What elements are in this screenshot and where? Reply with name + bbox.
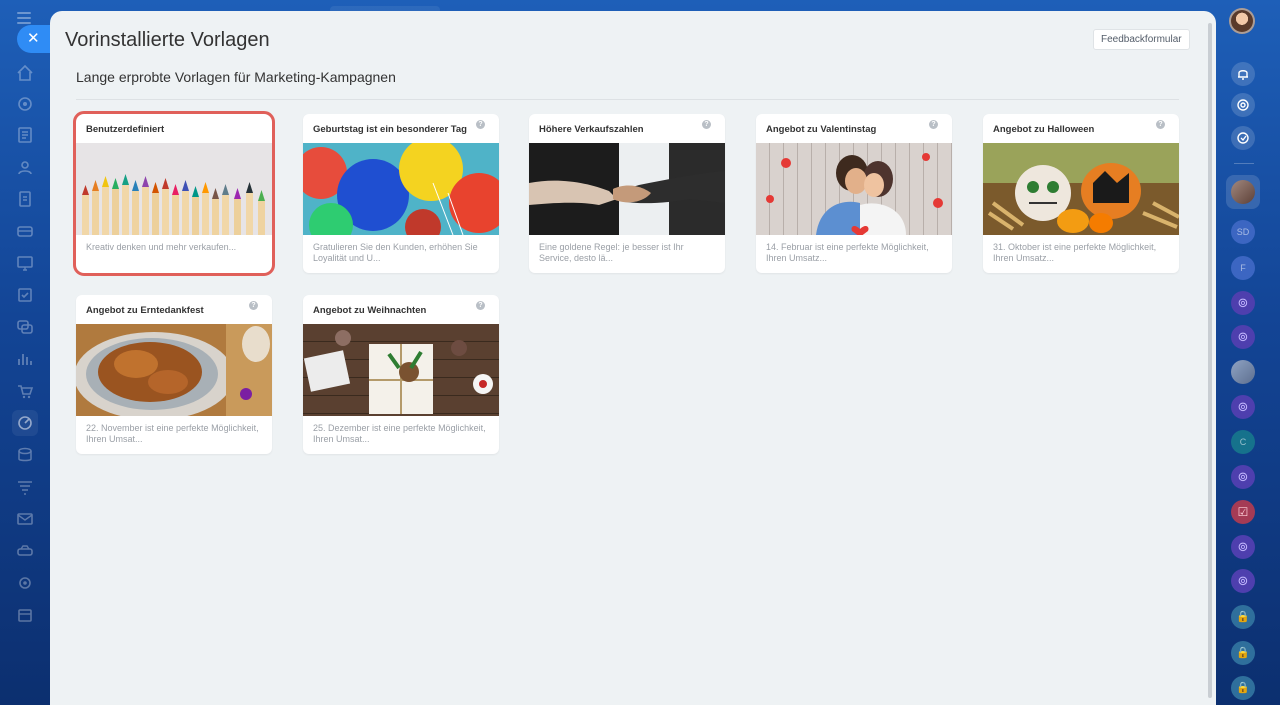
card-description: 14. Februar ist eine perfekte Möglichkei… [766,242,929,263]
user-avatar[interactable] [1229,8,1255,34]
card-title: Angebot zu Halloween [993,124,1095,135]
card-title: Benutzerdefiniert [86,124,165,135]
home-icon[interactable] [14,62,36,84]
help-icon[interactable]: ? [1156,120,1165,129]
scrollbar[interactable] [1208,23,1212,698]
lock-icon[interactable]: 🔒 [1231,676,1255,700]
help-icon[interactable]: ? [249,301,258,310]
chat-icon[interactable] [14,316,36,338]
openline-icon[interactable]: ⊚ [1231,465,1255,489]
filter-icon[interactable] [14,476,36,498]
card-image-gift [303,324,499,416]
chat-avatar-sd[interactable]: SD [1231,220,1255,244]
openline-icon[interactable]: ⊚ [1231,325,1255,349]
chat-avatar-c[interactable]: C [1231,430,1255,454]
feed-icon[interactable] [14,93,36,115]
docs-icon[interactable] [14,188,36,210]
openline-icon[interactable]: ⊚ [1231,569,1255,593]
sidebar-separator [1234,163,1254,164]
card-description: Gratulieren Sie den Kunden, erhöhen Sie … [313,242,478,263]
target-icon[interactable] [1231,93,1255,117]
card-description: 25. Dezember ist eine perfekte Möglichke… [313,423,486,444]
card-description: Eine goldene Regel: je besser ist Ihr Se… [539,242,684,263]
card-image-pumpkins [983,143,1179,235]
chat-avatar-photo[interactable] [1231,360,1255,384]
template-card-valentine[interactable]: Angebot zu Valentinstag ? 14. Februar is… [756,114,952,273]
menu-icon[interactable] [17,12,31,24]
mail-icon[interactable] [14,508,36,530]
template-card-christmas[interactable]: Angebot zu Weihnachten ? 25. Dezember is… [303,295,499,454]
chat-avatar-active[interactable] [1226,175,1260,209]
tasks-icon[interactable] [14,124,36,146]
card-image-balloons [303,143,499,235]
divider [76,99,1179,100]
close-panel-button[interactable]: ✕ [17,25,51,53]
contacts-icon[interactable] [14,157,36,179]
crm-icon[interactable] [14,220,36,242]
help-icon[interactable]: ? [476,120,485,129]
left-sidebar: ✕ [0,0,51,705]
settings-icon[interactable] [14,572,36,594]
card-title: Geburtstag ist ein besonderer Tag [313,124,467,135]
section-subtitle: Lange erprobte Vorlagen für Marketing-Ka… [76,69,396,85]
card-description: 31. Oktober ist eine perfekte Möglichkei… [993,242,1157,263]
help-icon[interactable]: ? [702,120,711,129]
avatar [1231,180,1255,204]
task-chat-icon[interactable]: ☑ [1231,500,1255,524]
check-icon[interactable] [14,284,36,306]
template-card-sales[interactable]: Höhere Verkaufszahlen ? Eine goldene Reg… [529,114,725,273]
card-image-handshake [529,143,725,235]
right-sidebar: SD F ⊚ ⊚ ⊚ C ⊚ ☑ ⊚ ⊚ 🔒 🔒 🔒 [1216,0,1280,705]
template-card-thanksgiving[interactable]: Angebot zu Erntedankfest ? 22. November … [76,295,272,454]
help-icon[interactable]: ? [929,120,938,129]
card-image-pencils [76,143,272,235]
card-description: 22. November ist eine perfekte Möglichke… [86,423,259,444]
marketing-icon[interactable] [12,410,38,436]
page-title: Vorinstallierte Vorlagen [65,29,270,51]
template-card-halloween[interactable]: Angebot zu Halloween ? 31. Oktober ist e… [983,114,1179,273]
feedback-button[interactable]: Feedbackformular [1093,29,1190,50]
calendar-icon[interactable] [14,604,36,626]
sites-icon[interactable] [14,252,36,274]
card-title: Angebot zu Weihnachten [313,305,427,316]
card-title: Angebot zu Erntedankfest [86,305,204,316]
card-title: Angebot zu Valentinstag [766,124,877,135]
database-icon[interactable] [14,444,36,466]
templates-panel: Vorinstallierte Vorlagen Feedbackformula… [50,11,1216,705]
card-description: Kreativ denken und mehr verkaufen... [86,242,237,252]
template-card-custom[interactable]: Benutzerdefiniert Kreativ denken und meh… [73,111,275,276]
help-icon[interactable]: ? [476,301,485,310]
bell-icon[interactable] [1231,62,1255,86]
chat-avatar-f[interactable]: F [1231,256,1255,280]
card-image-turkey [76,324,272,416]
lock-icon[interactable]: 🔒 [1231,641,1255,665]
template-card-birthday[interactable]: Geburtstag ist ein besonderer Tag ? Grat… [303,114,499,273]
analytics-icon[interactable] [14,348,36,370]
lock-icon[interactable]: 🔒 [1231,605,1255,629]
openline-icon[interactable]: ⊚ [1231,291,1255,315]
shop-icon[interactable] [14,380,36,402]
search-icon[interactable] [1231,126,1255,150]
openline-icon[interactable]: ⊚ [1231,395,1255,419]
card-title: Höhere Verkaufszahlen [539,124,644,135]
card-image-couple [756,143,952,235]
car-icon[interactable] [14,540,36,562]
openline-icon[interactable]: ⊚ [1231,535,1255,559]
